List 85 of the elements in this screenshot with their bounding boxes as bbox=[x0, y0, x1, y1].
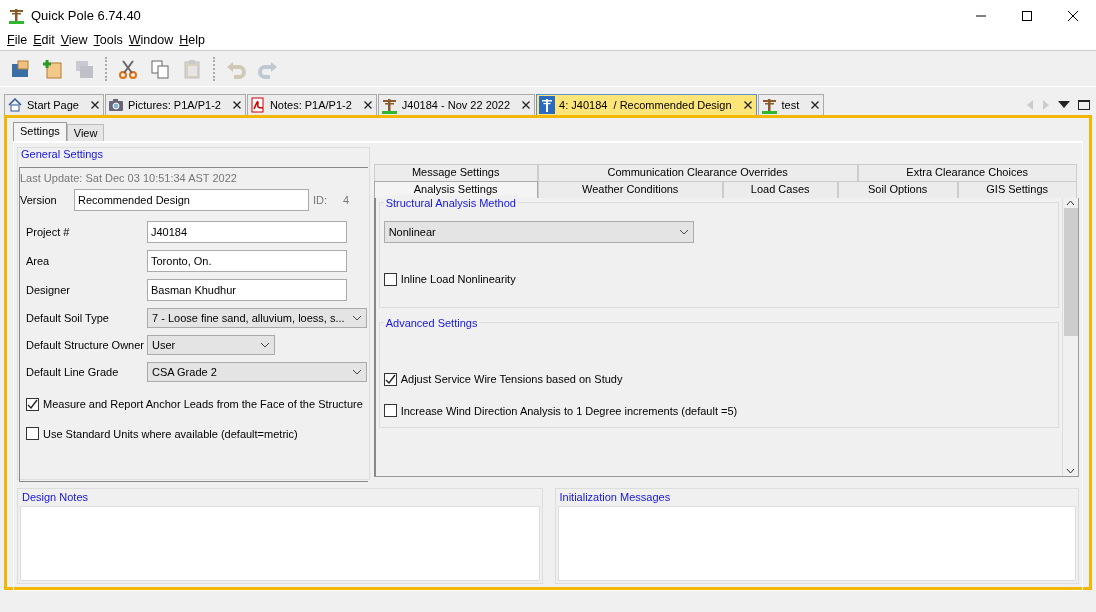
tab[interactable]: Soil Options bbox=[837, 181, 958, 198]
last-update-text: Last Update: Sat Dec 03 10:51:34 AST 2022 bbox=[20, 170, 238, 186]
tab[interactable]: Weather Conditions bbox=[537, 181, 723, 198]
close-tab-icon[interactable] bbox=[232, 101, 241, 109]
close-tab-icon[interactable] bbox=[91, 101, 99, 109]
section-title: Structural Analysis Method bbox=[383, 195, 518, 212]
maximize-icon[interactable] bbox=[1078, 99, 1090, 110]
camera-icon bbox=[108, 97, 124, 113]
text-field[interactable]: Basman Khudhur bbox=[147, 279, 347, 301]
document-tab[interactable]: Pictures: P1A/P1-2 bbox=[105, 94, 246, 115]
close-tab-icon[interactable] bbox=[363, 101, 372, 109]
clipboard-icon bbox=[182, 58, 202, 79]
tab[interactable]: Extra Clearance Choices bbox=[857, 164, 1077, 181]
close-tab-icon[interactable] bbox=[522, 101, 531, 109]
close-tab-icon[interactable] bbox=[743, 101, 752, 109]
tab[interactable]: View bbox=[66, 124, 105, 141]
utility-pole-icon bbox=[380, 96, 398, 114]
text-field[interactable]: J40184 bbox=[147, 221, 347, 243]
tab[interactable]: Communication Clearance Overrides bbox=[537, 164, 858, 181]
save-icon bbox=[74, 58, 94, 79]
document-tab[interactable]: 4: J40184 / Recommended Design bbox=[536, 94, 757, 115]
menu-item[interactable]: Window bbox=[125, 31, 177, 50]
checkbox-label: Measure and Report Anchor Leads from the Face of the Structure bbox=[43, 397, 363, 412]
text-field[interactable]: Toronto, On. bbox=[147, 250, 347, 272]
checkbox-label: Inline Load Nonlinearity bbox=[400, 272, 516, 287]
vertical-scrollbar[interactable] bbox=[1062, 198, 1078, 476]
document-tab[interactable]: Start Page bbox=[4, 94, 104, 115]
checkbox-label: Increase Wind Direction Analysis to 1 Degree increments (default =5) bbox=[400, 403, 738, 419]
document-tab[interactable]: J40184 - Nov 22 2022 bbox=[377, 94, 536, 115]
maximize-icon bbox=[1022, 10, 1032, 21]
utility-pole-icon bbox=[760, 96, 778, 114]
tab[interactable]: Settings bbox=[13, 122, 67, 141]
document-tab[interactable]: Notes: P1A/P1-2 bbox=[246, 94, 377, 115]
checkbox[interactable] bbox=[383, 404, 397, 418]
field-label: Default Structure Owner bbox=[26, 337, 145, 353]
checkbox[interactable] bbox=[26, 397, 39, 411]
id-label: ID: bbox=[313, 192, 328, 208]
folder-icon bbox=[10, 58, 30, 79]
dropdown[interactable]: Nonlinear bbox=[383, 221, 694, 243]
chevron-down-icon bbox=[260, 342, 270, 348]
chevron-down-icon bbox=[352, 369, 362, 375]
utility-pole-icon bbox=[539, 96, 556, 114]
field-label: Default Soil Type bbox=[26, 310, 110, 326]
checkbox-label: Adjust Service Wire Tensions based on Study bbox=[400, 372, 623, 387]
tab[interactable]: Message Settings bbox=[373, 164, 538, 181]
scroll-up-icon[interactable] bbox=[1066, 200, 1075, 206]
tab[interactable]: Load Cases bbox=[722, 181, 838, 198]
house-icon bbox=[7, 97, 23, 113]
close-tab-icon[interactable] bbox=[811, 101, 820, 109]
pdf-file-icon bbox=[249, 97, 266, 113]
check-icon bbox=[384, 373, 396, 385]
scroll-down-icon[interactable] bbox=[1066, 468, 1075, 474]
field-label: Version bbox=[20, 192, 58, 208]
section-title: General Settings bbox=[19, 148, 105, 160]
utility-pole-icon bbox=[8, 7, 25, 24]
scrollbar-thumb[interactable] bbox=[1063, 208, 1078, 336]
menu-item[interactable]: View bbox=[57, 31, 91, 50]
tab[interactable]: GIS Settings bbox=[957, 181, 1077, 198]
chevron-down-icon bbox=[678, 229, 689, 235]
menu-item[interactable]: File bbox=[4, 31, 31, 50]
close-icon bbox=[1068, 10, 1078, 21]
new-file-icon bbox=[42, 58, 62, 79]
version-field[interactable]: Recommended Design bbox=[74, 189, 309, 211]
field-label: Designer bbox=[26, 282, 72, 298]
copy-icon bbox=[150, 58, 170, 79]
id-value: 4 bbox=[343, 192, 350, 208]
scissors-icon bbox=[118, 58, 138, 79]
checkbox-label: Use Standard Units where available (default=metric) bbox=[43, 426, 298, 442]
document-tab[interactable]: test bbox=[757, 94, 825, 115]
field-label: Default Line Grade bbox=[26, 364, 120, 380]
field-label: Area bbox=[26, 253, 51, 269]
menu-item[interactable]: Edit bbox=[30, 31, 58, 50]
dropdown[interactable]: CSA Grade 2 bbox=[147, 362, 367, 382]
window-title: Quick Pole 6.74.40 bbox=[31, 6, 141, 25]
menu-item[interactable]: Help bbox=[176, 31, 208, 50]
dropdown[interactable]: 7 - Loose fine sand, alluvium, loess, s... bbox=[147, 308, 367, 328]
dropdown-icon[interactable] bbox=[1058, 100, 1070, 109]
menu-item[interactable]: Tools bbox=[90, 31, 126, 50]
check-icon bbox=[27, 398, 38, 410]
checkbox[interactable] bbox=[26, 427, 39, 441]
field-label: Project # bbox=[26, 224, 71, 240]
checkbox[interactable] bbox=[383, 372, 397, 386]
chevron-down-icon bbox=[352, 315, 362, 321]
dropdown[interactable]: User bbox=[147, 335, 275, 355]
checkbox[interactable] bbox=[383, 272, 397, 286]
